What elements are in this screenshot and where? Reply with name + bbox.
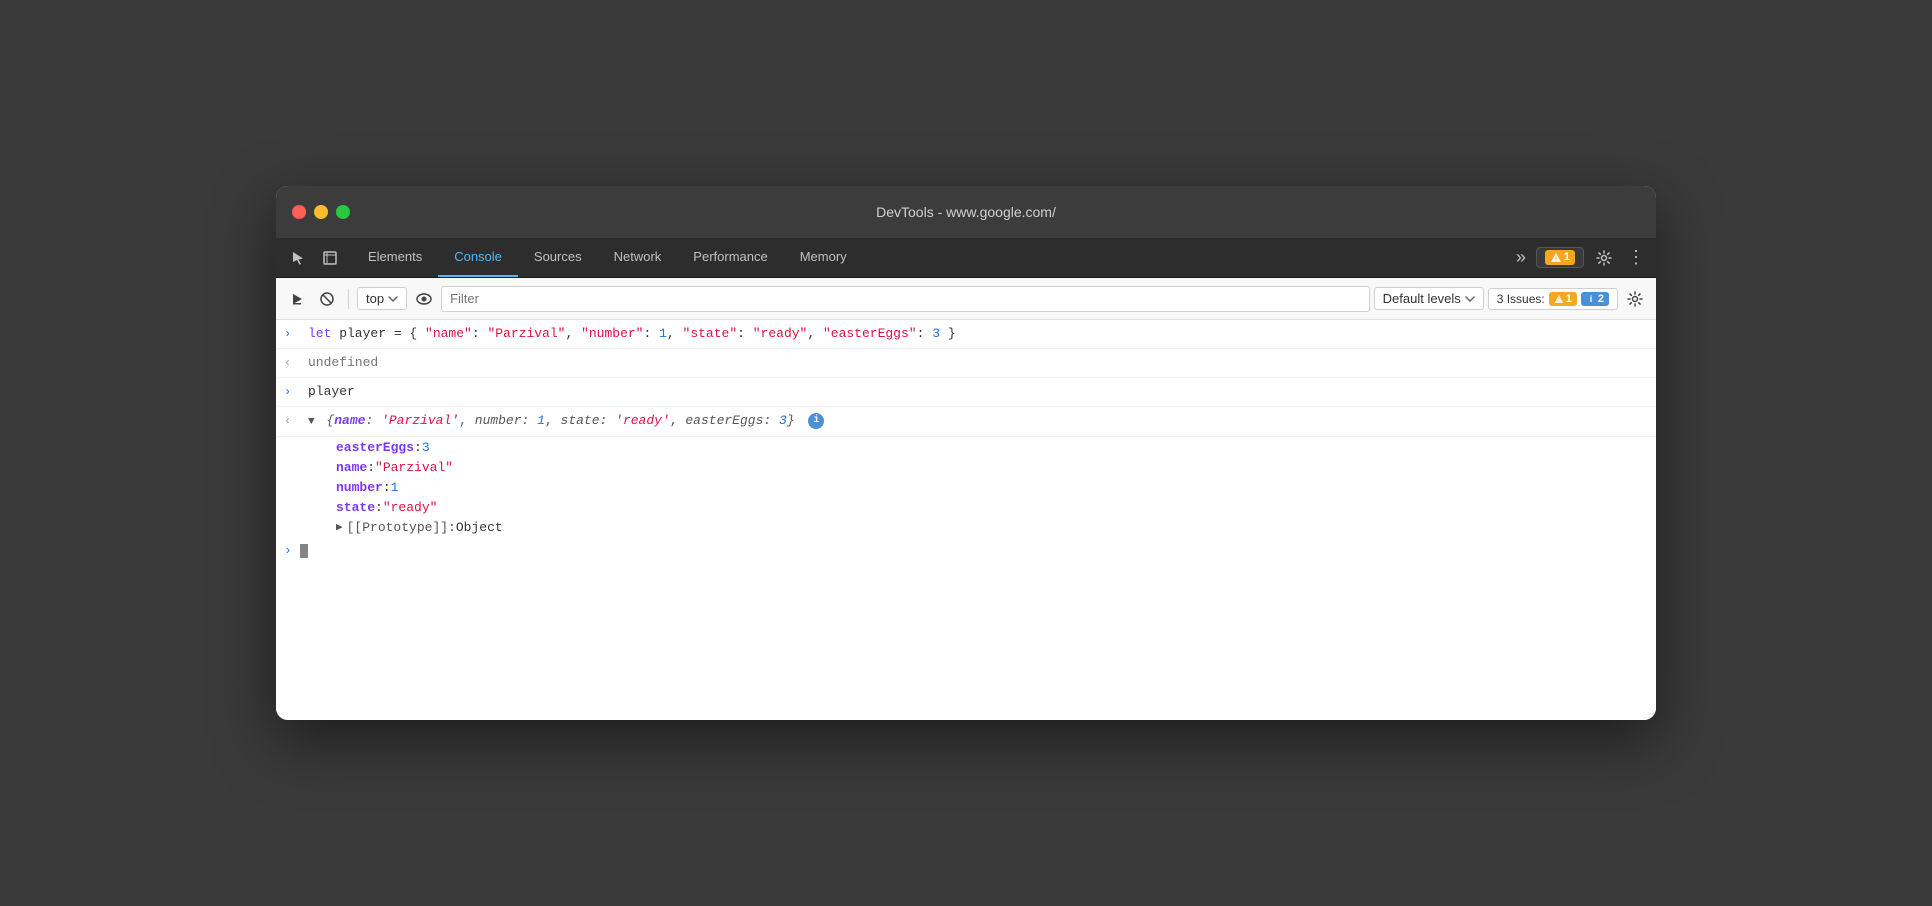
return-arrow-1: ‹ xyxy=(284,353,300,373)
return-value-1: undefined xyxy=(308,353,1648,373)
tabbar: Elements Console Sources Network Perform… xyxy=(276,238,1656,278)
console-line-return-1: ‹ undefined xyxy=(276,349,1656,378)
console-line-object-header: ‹ ▼ {name: 'Parzival', number: 1, state:… xyxy=(276,407,1656,437)
input-code-1: let player = { "name": "Parzival", "numb… xyxy=(308,324,1648,344)
execute-script-button[interactable] xyxy=(284,286,310,312)
svg-text:i: i xyxy=(1590,294,1593,304)
obj-prop-number: number: 1 xyxy=(276,477,1656,497)
toolbar-issues[interactable]: 3 Issues: 1 i2 xyxy=(1488,288,1618,310)
log-levels-selector[interactable]: Default levels xyxy=(1374,287,1484,310)
clear-console-button[interactable] xyxy=(314,286,340,312)
settings-icon[interactable] xyxy=(1590,244,1618,272)
tabbar-left-icons xyxy=(284,238,344,277)
tab-console[interactable]: Console xyxy=(438,238,518,277)
filter-input[interactable] xyxy=(441,286,1370,312)
obj-prop-state: state: "ready" xyxy=(276,497,1656,517)
eye-icon[interactable] xyxy=(411,286,437,312)
minimize-button[interactable] xyxy=(314,205,328,219)
obj-prop-easterEggs: easterEggs: 3 xyxy=(276,437,1656,457)
traffic-lights xyxy=(292,205,350,219)
return-arrow-2: ‹ xyxy=(284,411,300,431)
input-arrow-2[interactable]: › xyxy=(284,382,300,402)
console-line-input-2: › player xyxy=(276,378,1656,407)
input-arrow-1[interactable]: › xyxy=(284,324,300,344)
object-header: ▼ {name: 'Parzival', number: 1, state: '… xyxy=(308,411,1648,432)
tab-performance[interactable]: Performance xyxy=(677,238,783,277)
console-prompt: › xyxy=(284,543,292,558)
more-options-icon[interactable]: ⋮ xyxy=(1624,244,1648,272)
console-input-line: › xyxy=(276,537,1656,564)
prototype-expand[interactable]: ▶ xyxy=(336,520,343,534)
tab-network[interactable]: Network xyxy=(598,238,678,277)
console-settings-icon[interactable] xyxy=(1622,286,1648,312)
svg-text:!: ! xyxy=(1555,256,1557,263)
input-code-2: player xyxy=(308,382,1648,402)
tabs: Elements Console Sources Network Perform… xyxy=(352,238,1512,277)
tab-elements[interactable]: Elements xyxy=(352,238,438,277)
context-selector[interactable]: top xyxy=(357,287,407,310)
close-button[interactable] xyxy=(292,205,306,219)
tab-memory[interactable]: Memory xyxy=(784,238,863,277)
devtools-window: DevTools - www.google.com/ Elements Cons xyxy=(276,186,1656,720)
tabbar-right: » !1 ⋮ xyxy=(1512,238,1648,277)
console-toolbar: top Default levels 3 Issues: 1 i2 xyxy=(276,278,1656,320)
toolbar-warn-badge: 1 xyxy=(1549,292,1577,306)
toolbar-info-badge: i2 xyxy=(1581,292,1609,306)
maximize-button[interactable] xyxy=(336,205,350,219)
inspect-element-icon[interactable] xyxy=(316,244,344,272)
obj-prop-prototype: ▶ [[Prototype]]: Object xyxy=(276,517,1656,537)
window-title: DevTools - www.google.com/ xyxy=(876,204,1056,220)
cursor-icon[interactable] xyxy=(284,244,312,272)
tab-sources[interactable]: Sources xyxy=(518,238,598,277)
object-info-icon[interactable]: i xyxy=(808,413,824,429)
console-input-cursor[interactable] xyxy=(300,544,308,558)
console-output: › let player = { "name": "Parzival", "nu… xyxy=(276,320,1656,720)
toolbar-divider xyxy=(348,289,349,309)
warn-badge: !1 xyxy=(1545,250,1575,264)
expand-triangle[interactable]: ▼ xyxy=(308,416,315,428)
obj-prop-name: name: "Parzival" xyxy=(276,457,1656,477)
console-line-input-1: › let player = { "name": "Parzival", "nu… xyxy=(276,320,1656,349)
issues-badge[interactable]: !1 xyxy=(1536,247,1584,267)
more-tabs-button[interactable]: » xyxy=(1512,247,1530,268)
titlebar: DevTools - www.google.com/ xyxy=(276,186,1656,238)
